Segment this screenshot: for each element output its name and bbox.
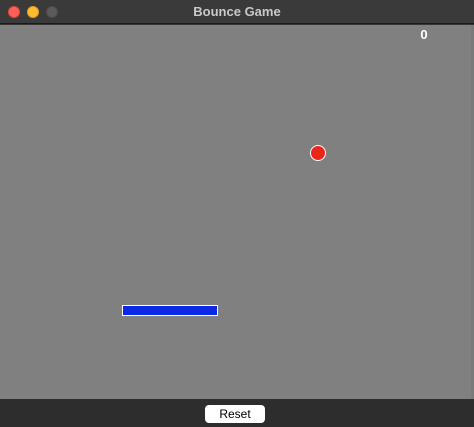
app-window: Bounce Game 0 Reset [0,0,474,427]
paddle[interactable] [122,305,218,316]
game-canvas[interactable]: 0 [0,25,471,399]
reset-button[interactable]: Reset [205,405,265,423]
control-bar: Reset [0,399,474,427]
title-bar: Bounce Game [0,0,474,24]
window-title: Bounce Game [193,4,281,19]
score-display: 0 [420,27,428,42]
ball [310,145,326,161]
